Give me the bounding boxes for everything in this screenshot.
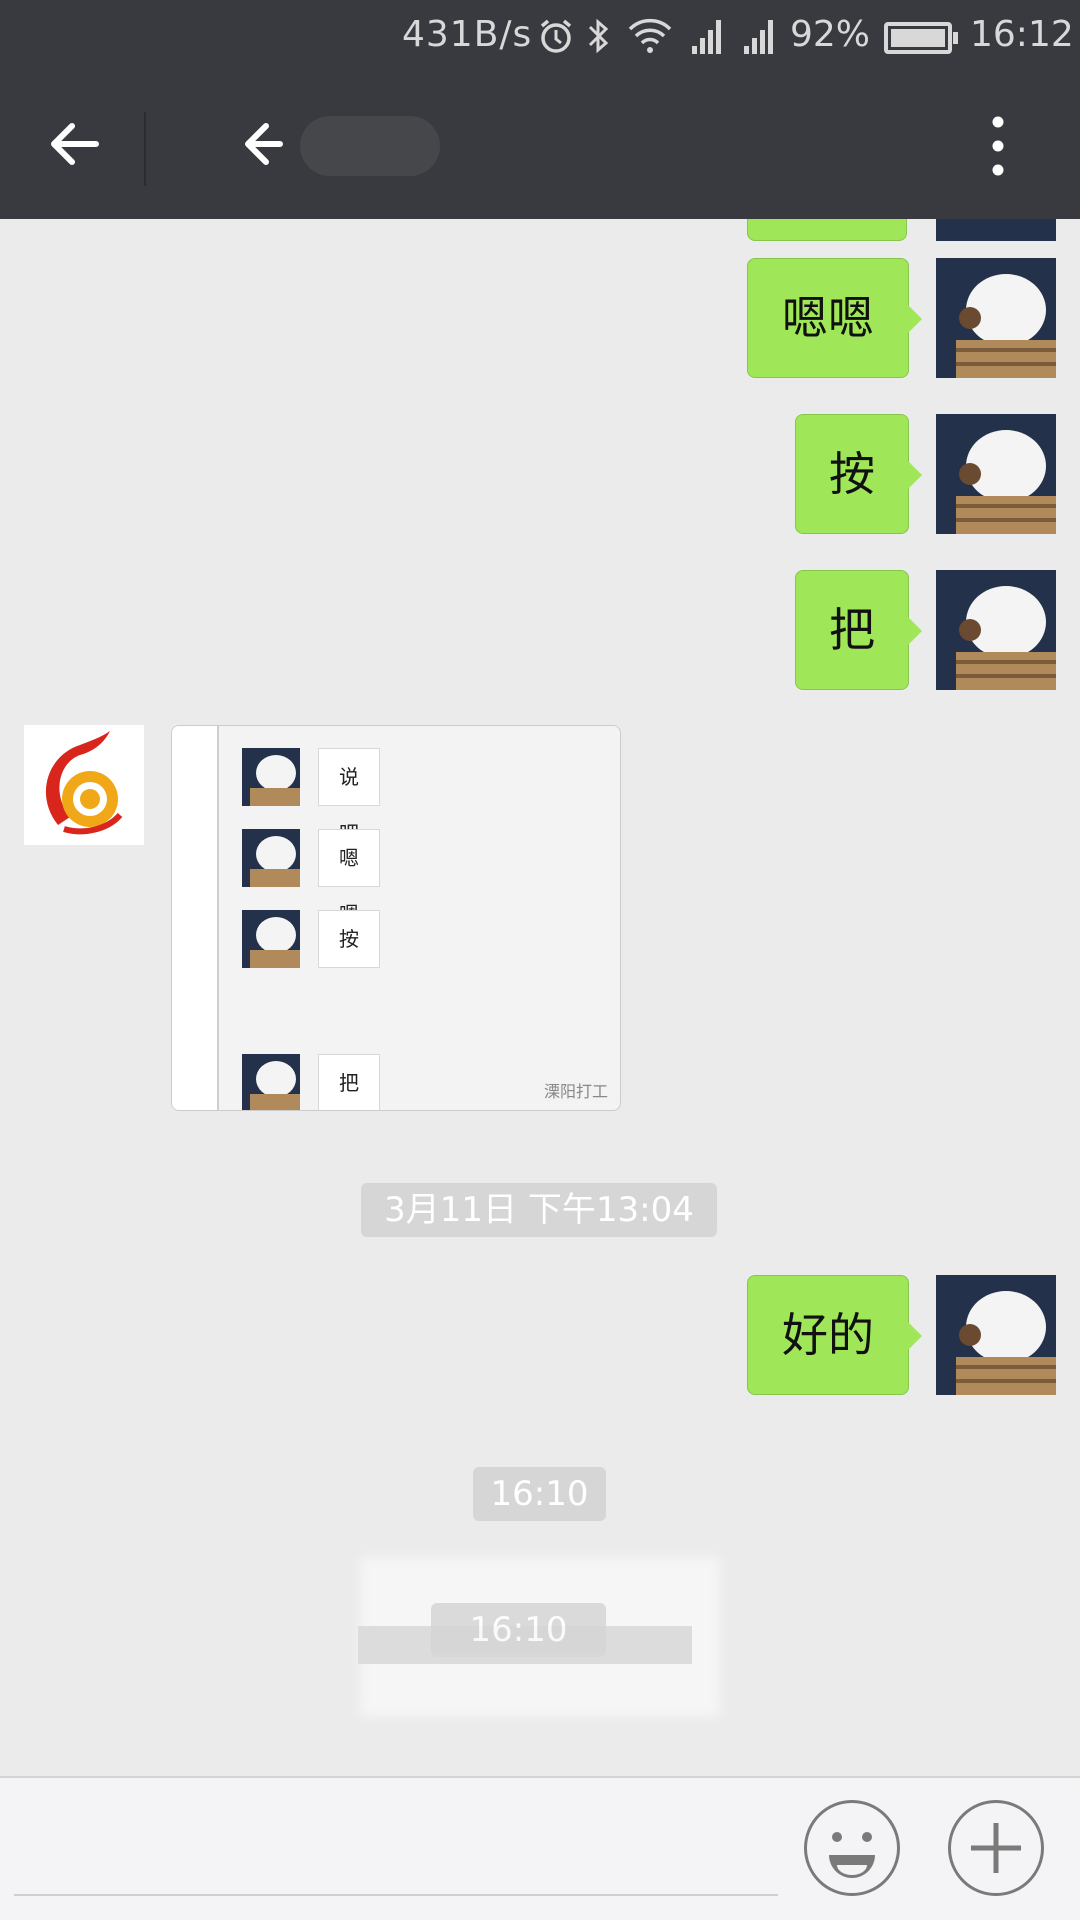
avatar[interactable] [936,1275,1056,1395]
chat-area[interactable]: 嗯嗯 按 把 说吧 嗯嗯 按 [0,219,1080,1776]
timestamp: 16:10 [473,1467,606,1521]
timestamp: 16:10 [431,1603,606,1657]
avatar [242,910,300,968]
avatar [242,1054,300,1110]
clock: 16:12 [970,14,1074,55]
bluetooth-icon [584,16,614,60]
more-vertical-icon[interactable] [980,114,1016,182]
screenshot-bubble: 说吧 [318,748,380,845]
image-message[interactable]: 说吧 嗯嗯 按 把 溧阳打工 [171,725,621,1111]
screenshot-bubble: 把 [318,1054,380,1110]
avatar [936,219,1056,241]
message-row: 把 [0,570,1080,690]
message-bubble-partial [747,219,907,241]
emoji-icon[interactable] [804,1800,900,1896]
avatar[interactable] [936,258,1056,378]
status-bar: 431B/s 92% 16:12 [0,0,1080,76]
input-bar [0,1776,1080,1920]
back-arrow-icon[interactable] [240,116,288,176]
wifi-icon [626,16,674,60]
timestamp: 3月11日 下午13:04 [361,1183,717,1237]
message-bubble[interactable]: 按 [795,414,922,534]
back-arrow-icon[interactable] [46,116,102,176]
avatar [242,829,300,887]
network-speed: 431B/s [402,14,533,55]
message-row: 好的 [0,1275,1080,1395]
battery-percent: 92% [790,14,871,55]
signal-icon [690,16,726,60]
signal-icon [742,16,778,60]
sender-logo-avatar[interactable] [24,725,144,845]
screenshot-sidebar [172,726,219,1110]
header-divider [144,112,146,186]
alarm-icon [536,16,576,60]
avatar[interactable] [936,414,1056,534]
chat-title-redacted [300,116,440,176]
message-bubble[interactable]: 嗯嗯 [747,258,922,378]
battery-icon [884,22,958,54]
plus-icon[interactable] [948,1800,1044,1896]
avatar [242,748,300,806]
screenshot-bubble: 按 [318,910,380,968]
message-input[interactable] [14,1894,778,1896]
message-row: 嗯嗯 [0,258,1080,378]
message-bubble[interactable]: 好的 [747,1275,922,1395]
screenshot-bubble: 嗯嗯 [318,829,380,926]
message-bubble[interactable]: 把 [795,570,922,690]
chat-header [0,76,1080,219]
message-row: 按 [0,414,1080,534]
watermark: 溧阳打工 [543,1082,608,1101]
avatar[interactable] [936,570,1056,690]
